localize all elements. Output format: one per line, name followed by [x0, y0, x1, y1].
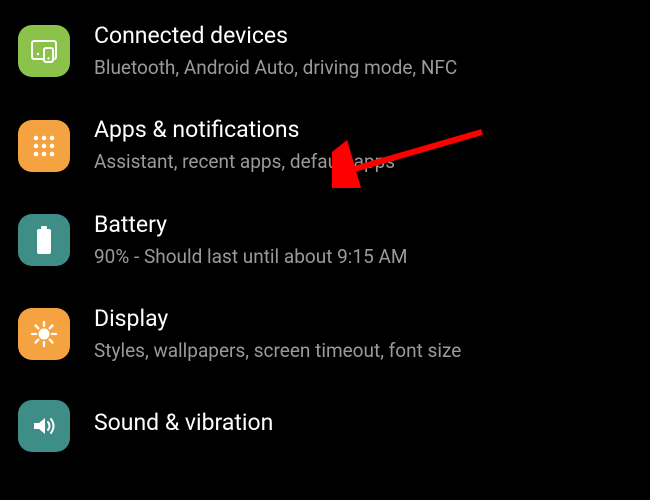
settings-item-title: Display	[94, 305, 461, 334]
settings-item-text: Battery 90% - Should last until about 9:…	[70, 211, 407, 269]
settings-item-title: Battery	[94, 211, 407, 240]
settings-item-text: Sound & vibration	[70, 409, 273, 442]
devices-icon	[18, 25, 70, 77]
settings-item-subtitle: 90% - Should last until about 9:15 AM	[94, 244, 407, 270]
battery-icon	[18, 214, 70, 266]
settings-list: Connected devices Bluetooth, Android Aut…	[0, 0, 650, 470]
settings-item-subtitle: Styles, wallpapers, screen timeout, font…	[94, 338, 461, 364]
brightness-icon	[18, 308, 70, 360]
settings-item-subtitle: Assistant, recent apps, default apps	[94, 149, 395, 175]
settings-item-connected-devices[interactable]: Connected devices Bluetooth, Android Aut…	[0, 4, 650, 98]
sound-icon	[18, 400, 70, 452]
settings-item-text: Connected devices Bluetooth, Android Aut…	[70, 22, 457, 80]
settings-item-sound-vibration[interactable]: Sound & vibration	[0, 382, 650, 470]
settings-item-subtitle: Bluetooth, Android Auto, driving mode, N…	[94, 55, 457, 81]
settings-item-display[interactable]: Display Styles, wallpapers, screen timeo…	[0, 287, 650, 381]
settings-item-battery[interactable]: Battery 90% - Should last until about 9:…	[0, 193, 650, 287]
settings-item-text: Apps & notifications Assistant, recent a…	[70, 116, 395, 174]
settings-item-text: Display Styles, wallpapers, screen timeo…	[70, 305, 461, 363]
apps-icon	[18, 120, 70, 172]
settings-item-title: Apps & notifications	[94, 116, 395, 145]
settings-item-title: Sound & vibration	[94, 409, 273, 438]
settings-item-title: Connected devices	[94, 22, 457, 51]
settings-item-apps-notifications[interactable]: Apps & notifications Assistant, recent a…	[0, 98, 650, 192]
